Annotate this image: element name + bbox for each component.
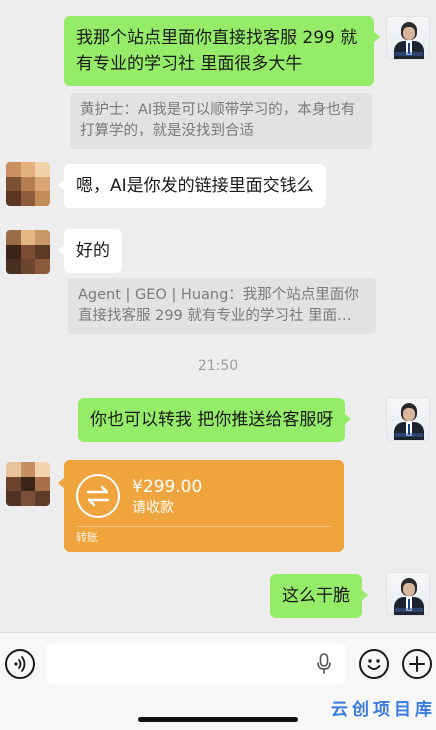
message-text: 好的 <box>76 241 110 261</box>
avatar-contact[interactable] <box>6 462 50 506</box>
transfer-label: 转账 <box>76 531 98 544</box>
message-bubble-self[interactable]: 你也可以转我 把你推送给客服呀 <box>78 398 352 442</box>
transfer-divider <box>76 526 332 527</box>
transfer-status: 请收款 <box>132 500 174 516</box>
avatar-self[interactable] <box>386 397 430 441</box>
message-bubble-contact[interactable]: 好的 <box>58 229 122 273</box>
message-input[interactable] <box>46 643 346 685</box>
microphone-icon[interactable] <box>316 653 332 679</box>
message-text: 你也可以转我 把你推送给客服呀 <box>90 410 334 430</box>
message-bubble-self[interactable]: 我那个站点里面你直接找客服 299 就有专业的学习社 里面很多大牛 <box>64 16 380 86</box>
message-text: 我那个站点里面你直接找客服 299 就有专业的学习社 里面很多大牛 <box>76 28 358 74</box>
message-text: 这么干脆 <box>282 586 350 606</box>
avatar-contact[interactable] <box>6 230 50 274</box>
quoted-message[interactable]: Agent | GEO | Huang：我那个站点里面你直接找客服 299 就有… <box>68 278 376 334</box>
quoted-text: 黄护士：AI我是可以顺带学习的，本身也有打算学的，就是没找到合适 <box>80 102 356 139</box>
transfer-card[interactable]: ¥299.00 请收款 转账 <box>58 460 344 552</box>
emoji-icon[interactable] <box>359 649 389 679</box>
timestamp: 21:50 <box>197 358 239 374</box>
avatar-contact[interactable] <box>6 162 50 206</box>
transfer-amount: ¥299.00 <box>132 477 203 497</box>
voice-icon[interactable] <box>5 649 35 679</box>
watermark: 云创项目库 <box>331 700 436 720</box>
avatar-self[interactable] <box>386 572 430 616</box>
plus-icon[interactable] <box>402 649 432 679</box>
quoted-text: Agent | GEO | Huang：我那个站点里面你直接找客服 299 就有… <box>78 287 359 324</box>
transfer-icon <box>76 474 120 518</box>
home-indicator[interactable] <box>138 717 298 722</box>
quoted-message[interactable]: 黄护士：AI我是可以顺带学习的，本身也有打算学的，就是没找到合适 <box>70 93 372 149</box>
message-bubble-contact[interactable]: 嗯，AI是你发的链接里面交钱么 <box>58 164 326 208</box>
message-bubble-self[interactable]: 这么干脆 <box>270 574 368 618</box>
avatar-self[interactable] <box>386 16 430 60</box>
input-bar: 云创项目库 <box>0 632 436 730</box>
message-text: 嗯，AI是你发的链接里面交钱么 <box>76 176 314 196</box>
chat-area[interactable]: 我那个站点里面你直接找客服 299 就有专业的学习社 里面很多大牛 黄护士：AI… <box>0 0 436 632</box>
